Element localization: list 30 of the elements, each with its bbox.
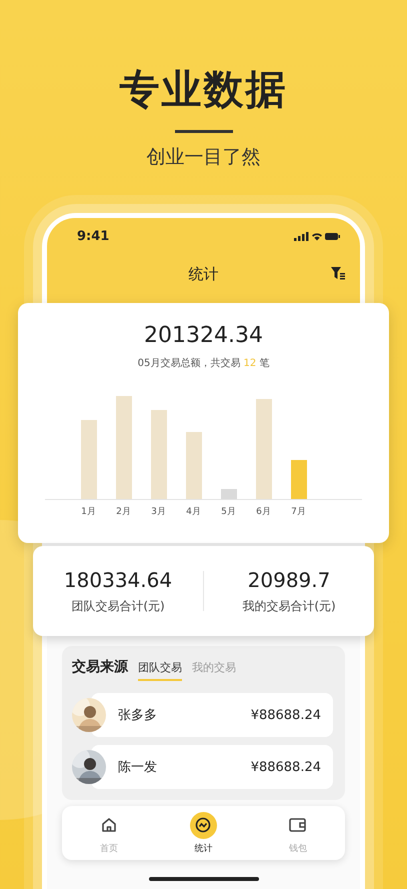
total-label: 我的交易合计(元) [242,598,336,614]
month-label: 1月 [81,506,96,518]
subheadline: 创业一目了然 [146,145,260,169]
total-label: 团队交易合计(元) [71,598,165,614]
member-amount: ¥88688.24 [250,760,321,774]
wallet-icon [289,818,306,832]
section-title: 交易来源 [72,658,128,676]
tab-bar-item[interactable]: 统计 [173,812,234,854]
status-icons [294,230,340,242]
source-row[interactable]: 陈一发 ¥88688.24 [91,745,333,789]
source-row[interactable]: 张多多 ¥88688.24 [91,693,333,737]
month-label: 7月 [291,506,306,518]
total-caption: 05月交易总额，共交易 12 笔 [138,357,270,371]
month-label: 6月 [256,506,271,518]
month-label: 5月 [221,506,236,518]
member-amount: ¥88688.24 [250,708,321,722]
month-label: 3月 [151,506,166,518]
status-time: 9:41 [77,228,110,244]
month-label: 2月 [116,506,131,518]
total-amount: 201324.34 [144,322,263,350]
member-name: 张多多 [118,707,157,724]
home-icon [101,817,118,833]
filter-icon[interactable] [331,267,345,280]
source-tab[interactable]: 团队交易 [138,660,182,681]
headline: 专业数据 [120,66,288,115]
total-value: 180334.64 [64,568,172,592]
total-value: 20989.7 [248,568,330,592]
month-label: 4月 [186,506,201,518]
member-name: 陈一发 [118,759,157,776]
screen-title: 统计 [188,264,218,284]
